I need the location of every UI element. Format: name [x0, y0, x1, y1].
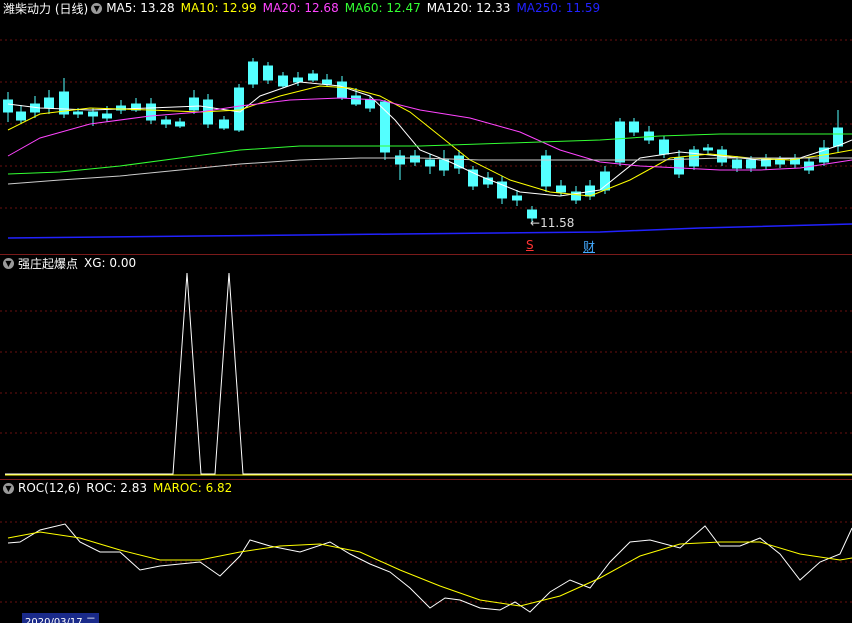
candle-body [600, 171, 610, 191]
finance-marker[interactable]: 财 [583, 238, 595, 255]
candle-body [629, 121, 639, 133]
candle-body [219, 119, 229, 129]
candle-body [439, 159, 449, 171]
xg-line [5, 272, 852, 475]
candle-body [380, 101, 390, 153]
candle-body [161, 119, 171, 125]
candle-body [410, 155, 420, 163]
candle-body [365, 99, 375, 109]
candle-body [308, 73, 318, 81]
candle-body [278, 75, 288, 87]
maroc-line [7, 531, 852, 607]
candle-body [16, 111, 26, 121]
ma5-line [7, 81, 852, 197]
indicator1-panel[interactable]: ▼ 强庄起爆点 XG: 0.00 [0, 255, 852, 479]
dividend-marker-s[interactable]: S [526, 238, 534, 252]
candle-body [88, 111, 98, 117]
candle-body [659, 139, 669, 155]
main-chart-panel[interactable]: 潍柴动力 (日线) ▼ MA5: 13.28 MA10: 12.99 MA20:… [0, 0, 852, 254]
candlestick-chart[interactable] [0, 0, 852, 254]
candle-body [146, 103, 156, 121]
candle-body [395, 155, 405, 165]
candle-body [263, 65, 273, 81]
candle-body [351, 95, 361, 105]
candle-body [189, 97, 199, 111]
candle-body [746, 159, 756, 169]
low-price-label: ←11.58 [530, 216, 575, 230]
candle-body [3, 99, 13, 113]
candle-body [248, 61, 258, 85]
candle-body [689, 149, 699, 167]
candle-body [556, 185, 566, 193]
candle-body [703, 147, 713, 151]
candle-body [44, 97, 54, 109]
candle-body [775, 159, 785, 165]
candle-body [337, 81, 347, 99]
candle-body [833, 127, 843, 147]
candle-body [615, 121, 625, 163]
roc-chart[interactable] [0, 480, 852, 619]
candle-body [732, 159, 742, 169]
date-label: 2020/03/17 二 [22, 613, 99, 623]
ma10-line [7, 85, 852, 197]
low-price-value: 11.58 [540, 216, 575, 230]
candle-body [293, 77, 303, 83]
candle-body [674, 157, 684, 175]
indicator2-panel[interactable]: ▼ ROC(12,6) ROC: 2.83 MAROC: 6.82 2020/0… [0, 480, 852, 623]
candle-body [175, 121, 185, 127]
ma250-line [7, 223, 852, 239]
candle-body [512, 195, 522, 201]
candle-body [644, 131, 654, 141]
candle-body [322, 79, 332, 85]
xg-signal-chart[interactable] [0, 255, 852, 479]
candle-body [102, 113, 112, 119]
candle-body [425, 159, 435, 167]
roc-line [7, 523, 852, 613]
candle-body [73, 111, 83, 115]
